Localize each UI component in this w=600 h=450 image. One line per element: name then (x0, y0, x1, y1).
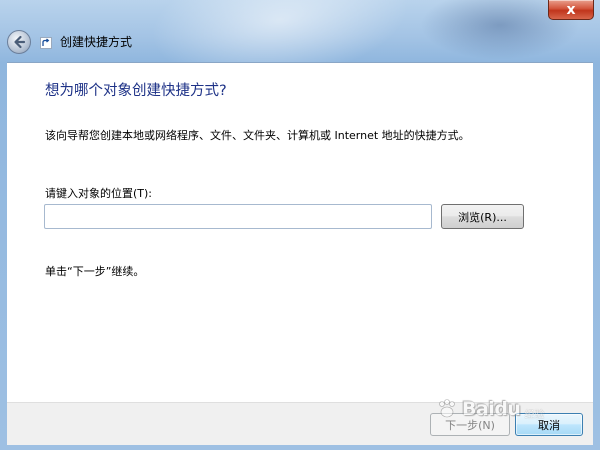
location-input[interactable] (44, 204, 432, 229)
wizard-description: 该向导帮您创建本地或网络程序、文件、文件夹、计算机或 Internet 地址的快… (45, 129, 470, 142)
back-button[interactable] (7, 30, 31, 54)
browse-button[interactable]: 浏览(R)... (441, 204, 524, 229)
close-icon: x (566, 1, 576, 18)
shortcut-arrow-icon (40, 37, 52, 49)
location-label: 请键入对象的位置(T): (45, 187, 153, 200)
continue-hint: 单击“下一步”继续。 (45, 265, 145, 278)
wizard-footer: 下一步(N) 取消 (7, 402, 593, 445)
back-arrow-icon (14, 35, 26, 49)
page-heading: 想为哪个对象创建快捷方式? (45, 83, 227, 99)
window-title: 创建快捷方式 (60, 35, 133, 49)
window-frame: x 创建快捷方式 想为哪个对象创建快捷方式? 该向导帮您创建本地或网络程序、文件… (0, 0, 600, 450)
close-button[interactable]: x (548, 0, 594, 20)
cancel-button[interactable]: 取消 (515, 413, 583, 436)
next-button[interactable]: 下一步(N) (430, 413, 510, 436)
wizard-content: 想为哪个对象创建快捷方式? 该向导帮您创建本地或网络程序、文件、文件夹、计算机或… (7, 62, 593, 403)
